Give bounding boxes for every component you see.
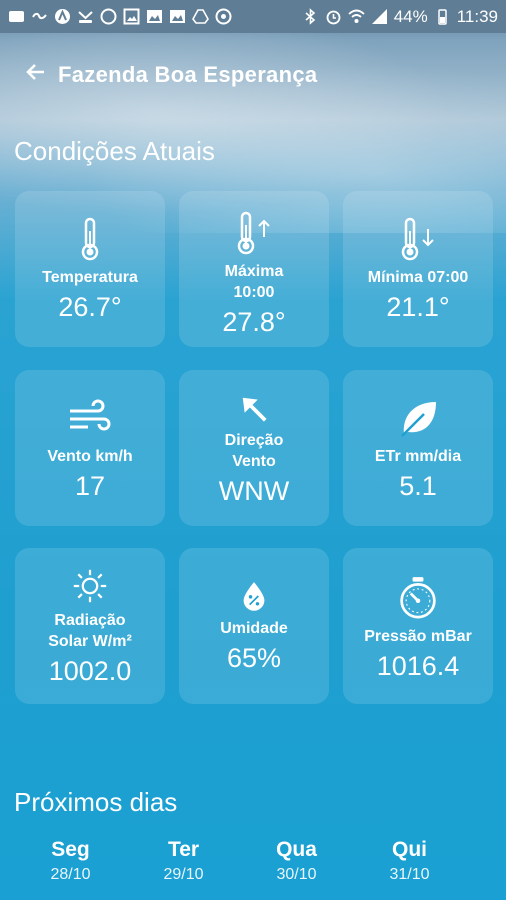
- card-label: Vento km/h: [47, 448, 133, 465]
- card-label: Temperatura: [42, 269, 138, 286]
- forecast-day-thu[interactable]: Qui 31/10: [353, 838, 466, 884]
- thermometer-down-icon: [398, 213, 438, 261]
- card-value: 17: [74, 471, 106, 501]
- whatsapp-icon: [100, 8, 117, 25]
- missed-call-icon: [77, 8, 94, 25]
- day-date: 30/10: [276, 866, 317, 883]
- system-status: 44% 11:39: [302, 7, 498, 27]
- card-wind-speed: Vento km/h 17: [15, 370, 165, 526]
- wifi-icon: [348, 8, 365, 25]
- card-label: Pressão mBar: [364, 628, 472, 645]
- card-label: Radiação Solar W/m²: [48, 612, 132, 650]
- settings-circle-icon: [215, 8, 232, 25]
- card-pressure: Pressão mBar 1016.4: [343, 548, 493, 704]
- app-a-icon: [54, 8, 71, 25]
- wind-direction-arrow-icon: [238, 390, 270, 424]
- notification-icons: [8, 8, 232, 25]
- forecast-day-tue[interactable]: Ter 29/10: [127, 838, 240, 884]
- card-value: 1002.0: [48, 656, 132, 686]
- forecast-title: Próximos dias: [14, 787, 178, 817]
- forecast-day-mon[interactable]: Seg 28/10: [14, 838, 127, 884]
- wind-icon: [68, 392, 112, 440]
- card-wind-direction: Direção Vento WNW: [179, 370, 329, 526]
- card-value: 21.1°: [386, 292, 450, 322]
- thermometer-icon: [78, 213, 102, 261]
- alarm-icon: [325, 8, 342, 25]
- card-temperature: Temperatura 26.7°: [15, 191, 165, 347]
- signal-icon: [371, 8, 388, 25]
- card-label: Umidade: [220, 620, 288, 637]
- current-conditions-title: Condições Atuais: [14, 136, 215, 166]
- card-solar-radiation: Radiação Solar W/m² 1002.0: [15, 548, 165, 704]
- gallery-icon: [146, 8, 163, 25]
- day-name: Ter: [167, 838, 200, 861]
- thermometer-up-icon: [234, 207, 274, 255]
- card-min-temperature: Mínima 07:00 21.1°: [343, 191, 493, 347]
- bluetooth-icon: [302, 8, 319, 25]
- card-label: Mínima 07:00: [367, 269, 469, 286]
- card-label: ETr mm/dia: [374, 448, 462, 465]
- card-value: 26.7°: [58, 292, 122, 322]
- card-value: 5.1: [399, 471, 437, 501]
- barometer-icon: [398, 572, 438, 620]
- battery-percent: 44%: [393, 6, 428, 26]
- leaf-icon: [396, 392, 440, 440]
- image-icon: [123, 8, 140, 25]
- card-etr: ETr mm/dia 5.1: [343, 370, 493, 526]
- back-arrow-icon[interactable]: [24, 60, 48, 89]
- day-name: Qua: [276, 838, 317, 861]
- status-bar: 44% 11:39: [0, 0, 506, 33]
- card-label: Direção Vento: [224, 432, 284, 470]
- clock: 11:39: [456, 6, 498, 26]
- app-bar: Fazenda Boa Esperança: [24, 60, 317, 89]
- forecast-day-wed[interactable]: Qua 30/10: [240, 838, 353, 884]
- battery-icon: [434, 8, 451, 25]
- card-max-temperature: Máxima 10:00 27.8°: [179, 191, 329, 347]
- forecast-days: Seg 28/10 Ter 29/10 Qua 30/10 Qui 31/10: [14, 838, 494, 884]
- sun-icon: [71, 566, 109, 604]
- card-label: Máxima 10:00: [224, 263, 284, 301]
- day-date: 31/10: [389, 866, 430, 883]
- card-value: 27.8°: [222, 307, 286, 337]
- day-name: Seg: [51, 838, 90, 861]
- message-icon: [8, 8, 25, 25]
- card-value: 65%: [226, 643, 282, 673]
- day-date: 28/10: [50, 866, 91, 883]
- gallery-icon: [169, 8, 186, 25]
- card-value: 1016.4: [376, 651, 460, 681]
- link-icon: [31, 8, 48, 25]
- page-title: Fazenda Boa Esperança: [58, 61, 318, 87]
- day-name: Qui: [392, 838, 427, 861]
- card-humidity: Umidade 65%: [179, 548, 329, 704]
- water-drop-percent-icon: [241, 576, 267, 612]
- day-date: 29/10: [163, 866, 204, 883]
- drive-icon: [192, 8, 209, 25]
- card-value: WNW: [218, 476, 290, 506]
